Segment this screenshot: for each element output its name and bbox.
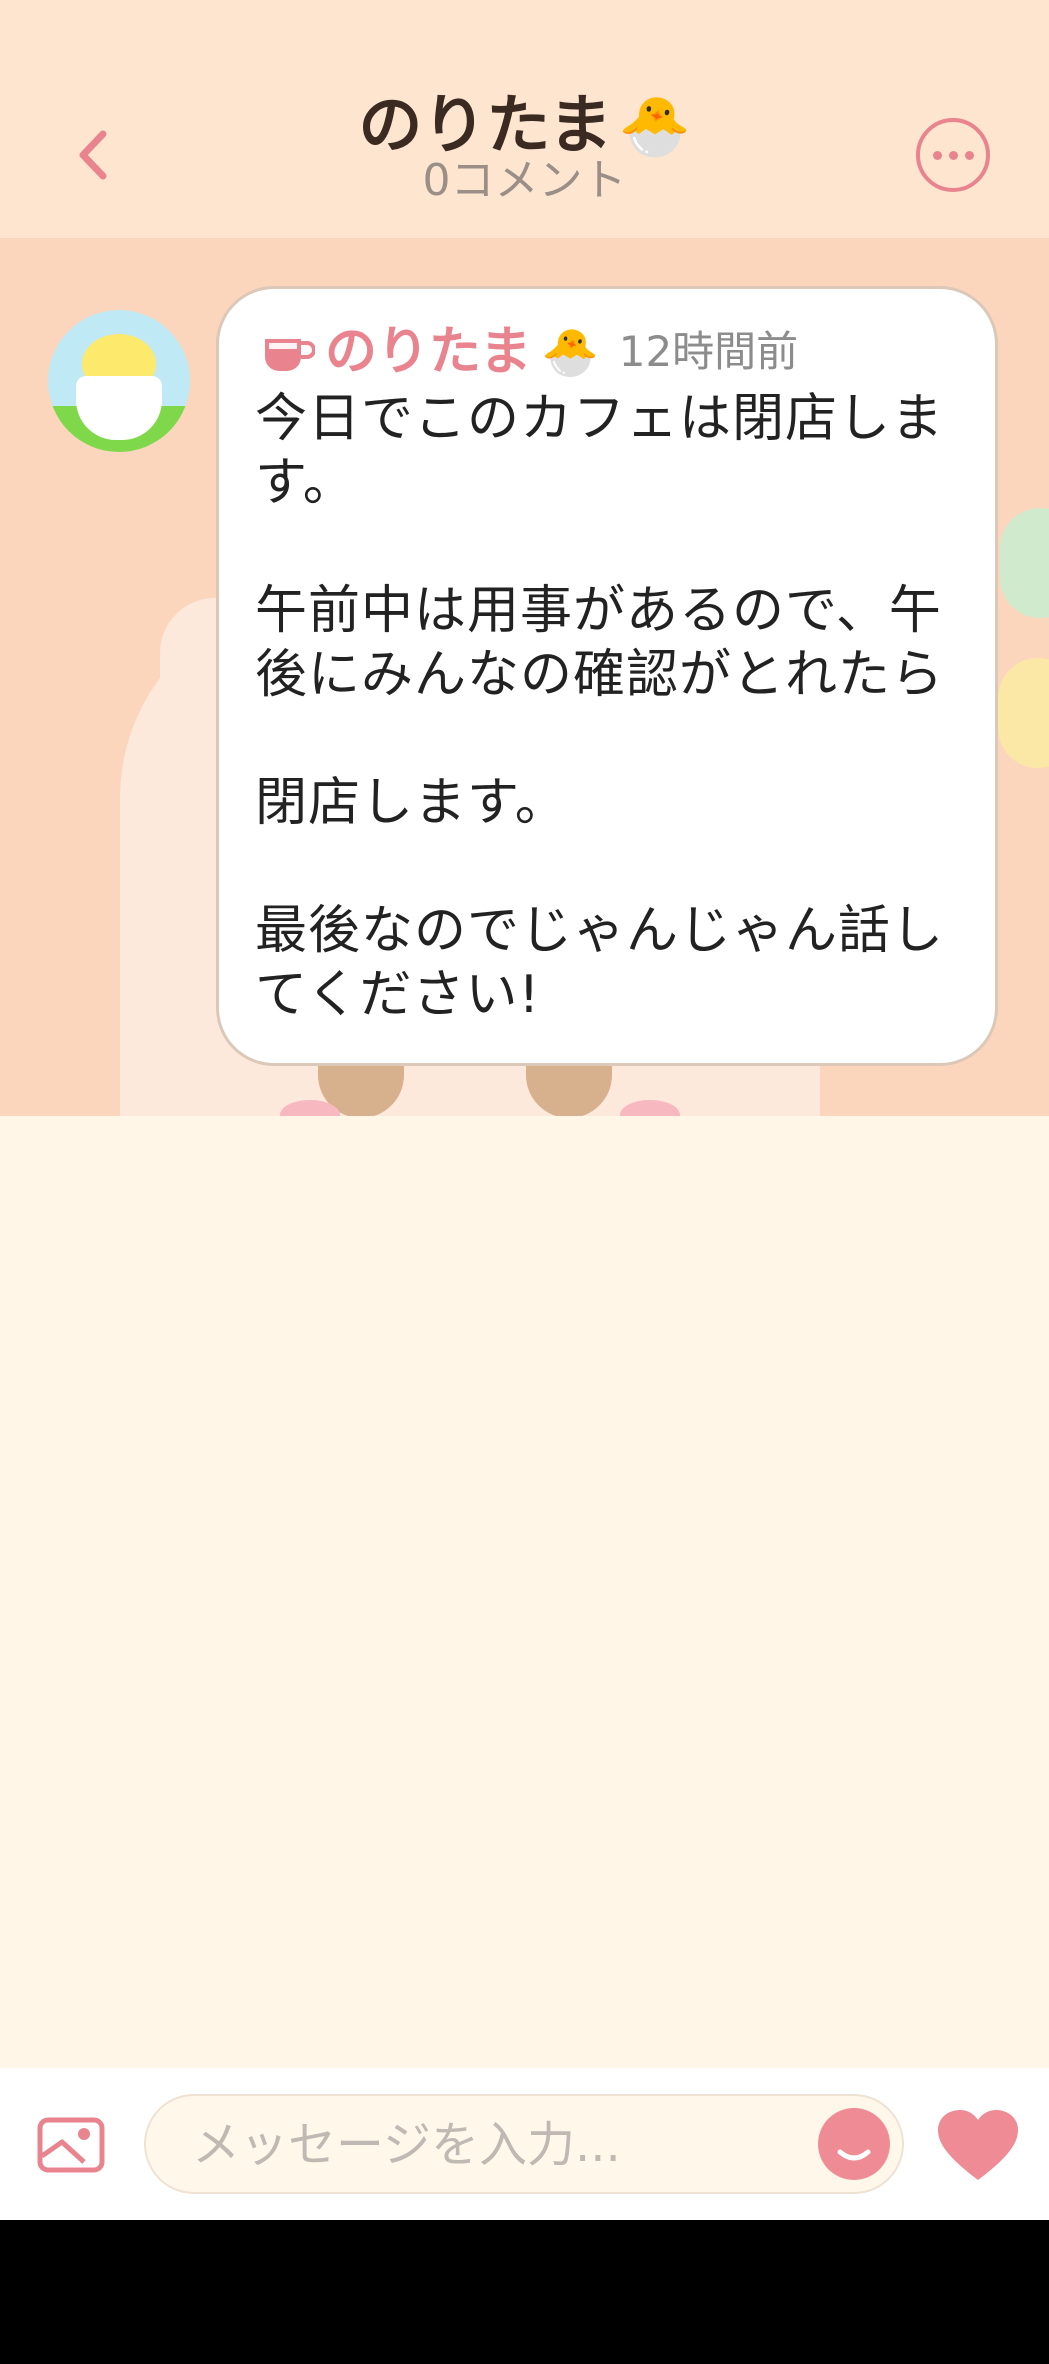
author-name[interactable]: のりたま xyxy=(325,322,531,382)
header: のりたま 🐣 0コメント xyxy=(0,0,1049,238)
message-text: 今日でこのカフェは閉店しま す。 午前中は用事があるので、午 後にみんなの確認が… xyxy=(255,389,945,1025)
message-input-wrapper xyxy=(144,2094,904,2194)
page-title-text: のりたま xyxy=(358,89,613,163)
message-header: のりたま 🐣 12時間前 xyxy=(261,317,798,387)
timestamp: 12時間前 xyxy=(618,327,799,376)
comment-count: 0コメント xyxy=(422,155,627,206)
system-navigation-bar xyxy=(0,2220,1049,2364)
image-button[interactable] xyxy=(36,2116,106,2174)
more-horizontal-icon xyxy=(932,150,942,160)
more-dot xyxy=(964,150,974,160)
smile-icon xyxy=(837,2149,871,2161)
like-button[interactable] xyxy=(936,2108,1020,2184)
chick-emoji-icon: 🐣 xyxy=(618,92,691,160)
avatar[interactable] xyxy=(48,310,190,452)
more-button[interactable] xyxy=(916,118,990,192)
yellow-decoration xyxy=(998,658,1049,768)
heart-icon xyxy=(938,2110,1018,2180)
emoji-button[interactable] xyxy=(818,2108,890,2180)
teacup-icon xyxy=(265,339,315,371)
green-decoration xyxy=(1000,508,1049,618)
more-dot xyxy=(948,150,958,160)
title-block: のりたま 🐣 0コメント xyxy=(0,86,1049,206)
page-title: のりたま 🐣 xyxy=(358,86,690,166)
message-input[interactable] xyxy=(190,2096,754,2194)
composer-bar xyxy=(0,2068,1049,2220)
message-bubble: のりたま 🐣 12時間前 今日でこのカフェは閉店しま す。 午前中は用事があるの… xyxy=(216,286,998,1066)
image-icon xyxy=(37,2117,105,2173)
author-emoji: 🐣 xyxy=(541,324,599,379)
